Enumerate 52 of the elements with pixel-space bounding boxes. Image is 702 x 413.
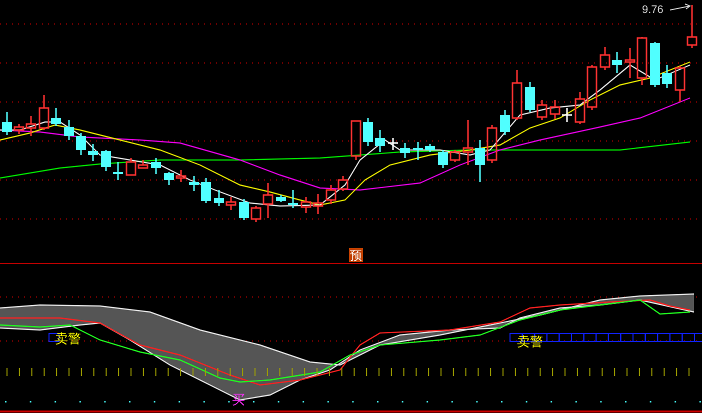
candlestick (113, 162, 123, 180)
candlestick (338, 176, 348, 191)
candlestick (562, 108, 572, 122)
candlestick (101, 150, 111, 171)
candlestick (550, 100, 560, 119)
candlestick (164, 172, 174, 185)
candlestick (662, 65, 672, 88)
candlestick (536, 100, 548, 120)
candlestick (462, 120, 474, 165)
candlestick (151, 158, 161, 174)
candlestick (2, 112, 12, 135)
candlestick (413, 142, 423, 160)
candlestick (438, 150, 448, 168)
candlestick (288, 190, 298, 208)
candlestick (326, 185, 336, 204)
candlestick (512, 70, 522, 120)
candlestick (226, 197, 236, 210)
candlestick (425, 144, 435, 152)
candlestick (650, 42, 660, 87)
candlestick (176, 170, 186, 182)
candlestick (239, 199, 249, 220)
arrow-icon (670, 4, 692, 10)
candlestick (500, 110, 510, 135)
candlestick (51, 108, 61, 126)
candlestick (686, 5, 698, 48)
candlestick (525, 82, 535, 112)
candlestick (674, 66, 686, 102)
candlestick (363, 118, 373, 146)
candlestick (214, 190, 224, 206)
candlestick (189, 176, 199, 191)
candlestick (300, 197, 312, 213)
candlestick (312, 194, 324, 214)
candlestick (388, 138, 398, 150)
candlestick (450, 150, 460, 162)
candlestick (586, 65, 598, 110)
candlestick (64, 120, 74, 140)
candlestick (88, 144, 98, 161)
candlestick (475, 140, 485, 182)
candlestick (400, 143, 410, 158)
candlestick (276, 195, 286, 202)
signal-badge: 预 (349, 248, 363, 262)
sell-alert-label: 卖警 (55, 332, 81, 347)
candlestick (76, 133, 86, 155)
candlestick (375, 130, 385, 152)
candlestick (38, 95, 50, 130)
candlestick (600, 47, 610, 70)
candlestick (574, 92, 586, 124)
candlestick (201, 178, 211, 203)
candlestick (612, 52, 622, 73)
candlestick (350, 120, 362, 160)
high-price-label: 9.76 (642, 4, 664, 16)
candlestick (486, 125, 498, 163)
